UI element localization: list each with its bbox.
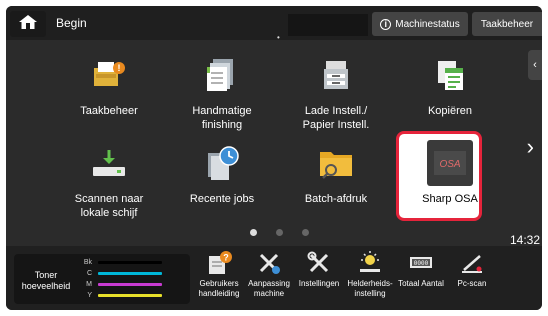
machine-adjust-icon — [246, 250, 292, 276]
toner-bar-bk — [98, 260, 162, 264]
chevron-right-icon: › — [526, 134, 534, 159]
total-count-icon: 0000 — [396, 250, 446, 276]
screen-title: Begin — [56, 16, 87, 30]
tile-batch-afdruk[interactable]: Batch-afdruk — [291, 140, 381, 230]
clock: 14:32 — [510, 233, 541, 247]
recent-jobs-icon — [199, 140, 245, 186]
tool-label: Helderheids-instelling — [347, 279, 393, 298]
job-status-label: Taakbeheer — [480, 18, 534, 30]
copy-icon — [427, 52, 473, 98]
settings-tools-icon — [296, 250, 342, 276]
svg-text:?: ? — [223, 253, 229, 263]
tool-label: Aanpassing machine — [248, 279, 290, 298]
next-page-arrow[interactable]: › — [527, 134, 534, 160]
tile-lade-instell[interactable]: Lade Instell./ Papier Instell. — [291, 52, 381, 142]
user-manual-button[interactable]: ? Gebruikers handleiding — [196, 250, 242, 299]
side-panel-toggle[interactable]: ‹ — [528, 50, 542, 80]
tile-recente-jobs[interactable]: Recente jobs — [177, 140, 267, 230]
job-status-icon: ! — [86, 52, 132, 98]
chevron-left-icon: ‹ — [533, 59, 537, 71]
home-button[interactable] — [10, 11, 46, 37]
machine-adjust-button[interactable]: Aanpassing machine — [246, 250, 292, 299]
brightness-button[interactable]: Helderheids-instelling — [346, 250, 394, 299]
home-icon — [18, 14, 38, 35]
page-dot-3[interactable] — [302, 229, 309, 236]
page-dot-2[interactable] — [276, 229, 283, 236]
tool-label: Gebruikers handleiding — [198, 279, 240, 298]
tile-label: Sharp OSA — [422, 193, 478, 205]
bottom-bar: Toner hoeveelheid Bk C M Y ? Gebruikers … — [6, 246, 542, 310]
toner-bar-m — [98, 282, 162, 286]
toner-label: Toner hoeveelheid — [21, 270, 71, 291]
tile-label: Handmatige finishing — [192, 105, 252, 131]
tile-taakbeheer[interactable]: ! Taakbeheer — [64, 52, 154, 142]
info-icon: i — [380, 18, 392, 30]
settings-button[interactable]: Instellingen — [296, 250, 342, 289]
scan-to-local-drive-icon — [86, 140, 132, 186]
job-status-button[interactable]: Taakbeheer — [472, 12, 542, 36]
machine-status-label: Machinestatus — [395, 18, 460, 30]
toner-panel[interactable]: Toner hoeveelheid Bk C M Y — [14, 254, 190, 304]
toner-row-c: C — [82, 268, 162, 278]
tool-label: Totaal Aantal — [398, 279, 444, 288]
pc-scan-button[interactable]: Pc-scan — [450, 250, 494, 289]
machine-status-button[interactable]: i Machinestatus — [372, 12, 468, 36]
tile-label: Scannen naar lokale schijf — [74, 193, 144, 219]
svg-text:0000: 0000 — [414, 260, 429, 267]
tool-label: Instellingen — [298, 279, 340, 288]
toner-row-y: Y — [82, 290, 162, 300]
svg-text:!: ! — [118, 63, 121, 73]
tile-kopieren[interactable]: Kopiëren — [405, 52, 495, 142]
toner-bar-c — [98, 271, 162, 275]
tile-label: Kopiëren — [427, 105, 473, 117]
page-dot-1[interactable] — [250, 229, 257, 236]
batch-print-folder-icon — [313, 140, 359, 186]
tile-label: Taakbeheer — [80, 105, 138, 117]
tile-label: Lade Instell./ Papier Instell. — [302, 105, 370, 131]
brightness-icon — [346, 250, 394, 276]
info-display — [288, 14, 368, 36]
separator-dot: • — [277, 33, 280, 42]
tile-label: Recente jobs — [189, 193, 255, 205]
tool-label: Pc-scan — [457, 279, 487, 288]
tile-sharp-osa[interactable]: OSA Sharp OSA — [396, 131, 495, 230]
tile-label: Batch-afdruk — [304, 193, 368, 205]
manual-finishing-icon — [199, 52, 245, 98]
tile-handmatige-finishing[interactable]: Handmatige finishing — [177, 52, 267, 142]
total-count-button[interactable]: 0000 Totaal Aantal — [396, 250, 446, 289]
panel-screen: Begin • i Machinestatus Taakbeheer ‹ › !… — [6, 6, 542, 310]
toner-bar-y — [98, 293, 162, 297]
toner-row-bk: Bk — [82, 257, 162, 267]
tile-scannen-lokale-schijf[interactable]: Scannen naar lokale schijf — [64, 140, 154, 230]
pc-scan-icon — [450, 250, 494, 276]
sharp-osa-icon: OSA — [427, 140, 473, 186]
user-manual-icon: ? — [196, 250, 242, 276]
top-bar: Begin • i Machinestatus Taakbeheer — [6, 6, 542, 42]
toner-row-m: M — [82, 279, 162, 289]
tray-settings-icon — [313, 52, 359, 98]
svg-text:OSA: OSA — [439, 159, 460, 170]
